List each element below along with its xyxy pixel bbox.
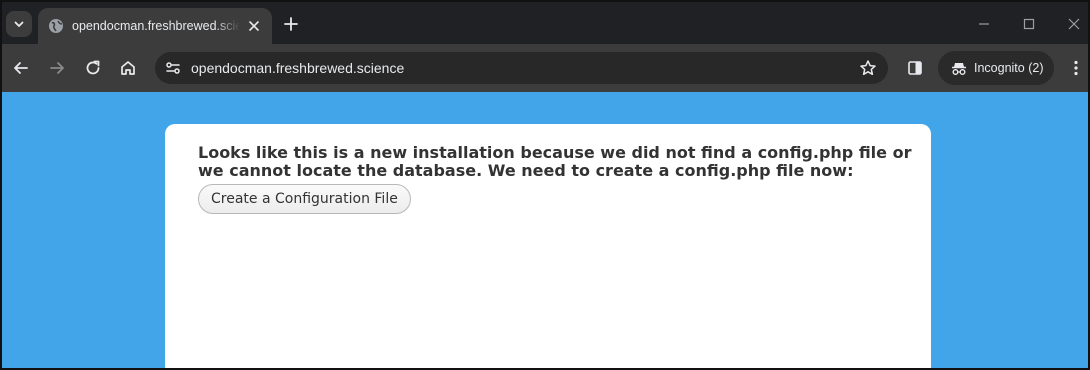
close-window-icon[interactable]: [1064, 14, 1084, 34]
address-bar[interactable]: opendocman.freshbrewed.science: [155, 52, 888, 84]
new-tab-icon[interactable]: [281, 14, 301, 34]
tab-strip: opendocman.freshbrewed.science: [2, 2, 1088, 44]
tab-search-button[interactable]: [6, 11, 32, 37]
incognito-label: Incognito (2): [974, 61, 1044, 75]
chevron-down-icon: [14, 21, 24, 27]
page-viewport: Looks like this is a new installation be…: [2, 92, 1088, 368]
toolbar: opendocman.freshbrewed.science Incognito…: [2, 44, 1088, 92]
installation-message: Looks like this is a new installation be…: [198, 143, 912, 180]
close-tab-icon[interactable]: [246, 18, 262, 34]
home-icon[interactable]: [118, 58, 138, 78]
reload-icon[interactable]: [83, 58, 103, 78]
kebab-menu-icon[interactable]: [1066, 58, 1086, 78]
browser-window: opendocman.freshbrewed.science opendocma…: [0, 0, 1090, 370]
incognito-indicator[interactable]: Incognito (2): [938, 51, 1054, 85]
url-text[interactable]: opendocman.freshbrewed.science: [191, 60, 404, 76]
maximize-icon[interactable]: [1019, 14, 1039, 34]
site-info-icon[interactable]: [163, 58, 183, 78]
tab-title: opendocman.freshbrewed.science: [72, 19, 240, 33]
minimize-icon[interactable]: [974, 14, 994, 34]
globe-icon: [49, 19, 63, 33]
forward-arrow-icon[interactable]: [47, 58, 67, 78]
side-panel-icon[interactable]: [905, 58, 925, 78]
install-card: Looks like this is a new installation be…: [165, 124, 931, 368]
active-tab[interactable]: opendocman.freshbrewed.science: [38, 8, 272, 44]
back-arrow-icon[interactable]: [11, 58, 31, 78]
bookmark-star-icon[interactable]: [858, 58, 878, 78]
incognito-icon: [952, 63, 966, 75]
create-config-button[interactable]: Create a Configuration File: [198, 184, 411, 214]
